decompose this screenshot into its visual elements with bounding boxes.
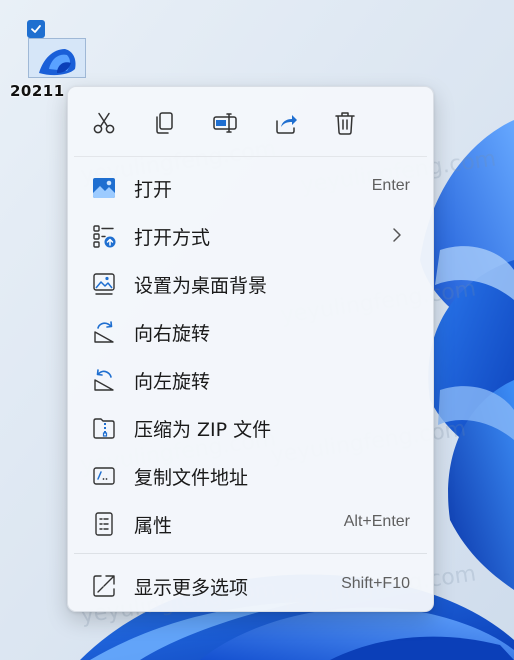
menu-item-label: 向左旋转 (134, 371, 211, 393)
menu-item-label: 复制文件地址 (134, 467, 249, 489)
delete-button[interactable] (327, 105, 363, 141)
share-icon (276, 115, 297, 134)
menu-item-set-wallpaper[interactable]: 设置为桌面背景 (74, 261, 427, 305)
share-button[interactable] (268, 105, 304, 141)
rename-button[interactable] (207, 105, 243, 141)
menu-item-label: 设置为桌面背景 (134, 275, 268, 297)
copy-path-icon (93, 467, 115, 485)
menu-item-open-with[interactable]: 打开方式 (74, 213, 427, 257)
context-menu-toolbar (68, 87, 433, 157)
image-file-icon (93, 178, 115, 198)
menu-item-properties[interactable]: 属性 Alt+Enter (74, 501, 427, 545)
toolbar-divider (74, 156, 427, 157)
rename-icon (213, 113, 237, 133)
rotate-right-icon (94, 321, 114, 343)
menu-item-label: 向右旋转 (134, 323, 211, 345)
menu-item-open[interactable]: 打开 Enter (74, 165, 427, 209)
copy-icon (156, 112, 173, 134)
image-thumbnail (28, 38, 86, 78)
show-more-icon (93, 575, 115, 597)
menu-item-show-more-options[interactable]: 显示更多选项 Shift+F10 (74, 563, 427, 607)
zip-folder-icon (93, 418, 115, 439)
file-name-label: 20211 (10, 82, 65, 100)
bloom-thumbnail-icon (29, 39, 85, 77)
properties-icon (95, 512, 113, 536)
rotate-left-icon (94, 369, 114, 391)
shortcut-text: Shift+F10 (341, 575, 410, 592)
menu-item-label: 打开 (134, 179, 173, 201)
menu-item-compress-zip[interactable]: 压缩为 ZIP 文件 (74, 405, 427, 449)
context-menu: 打开 Enter 打开方式 设置为桌面背景 向右旋转 向左旋转 压缩为 ZIP … (67, 86, 434, 612)
menu-item-rotate-right[interactable]: 向右旋转 (74, 309, 427, 353)
menu-item-rotate-left[interactable]: 向左旋转 (74, 357, 427, 401)
selection-checkbox[interactable] (27, 20, 45, 38)
menu-item-label: 显示更多选项 (134, 577, 249, 599)
set-wallpaper-icon (93, 273, 115, 295)
menu-item-label: 压缩为 ZIP 文件 (134, 419, 272, 441)
chevron-right-icon (393, 228, 401, 242)
copy-button[interactable] (147, 105, 183, 141)
scissors-icon (93, 112, 115, 134)
menu-item-copy-path[interactable]: 复制文件地址 (74, 453, 427, 497)
menu-item-label: 属性 (134, 515, 173, 537)
checkmark-icon (31, 25, 41, 33)
shortcut-text: Alt+Enter (343, 513, 410, 530)
cut-button[interactable] (86, 105, 122, 141)
menu-item-label: 打开方式 (134, 227, 211, 249)
menu-divider (74, 553, 427, 554)
shortcut-text: Enter (371, 177, 410, 194)
trash-icon (335, 112, 355, 135)
open-with-icon (93, 225, 116, 248)
